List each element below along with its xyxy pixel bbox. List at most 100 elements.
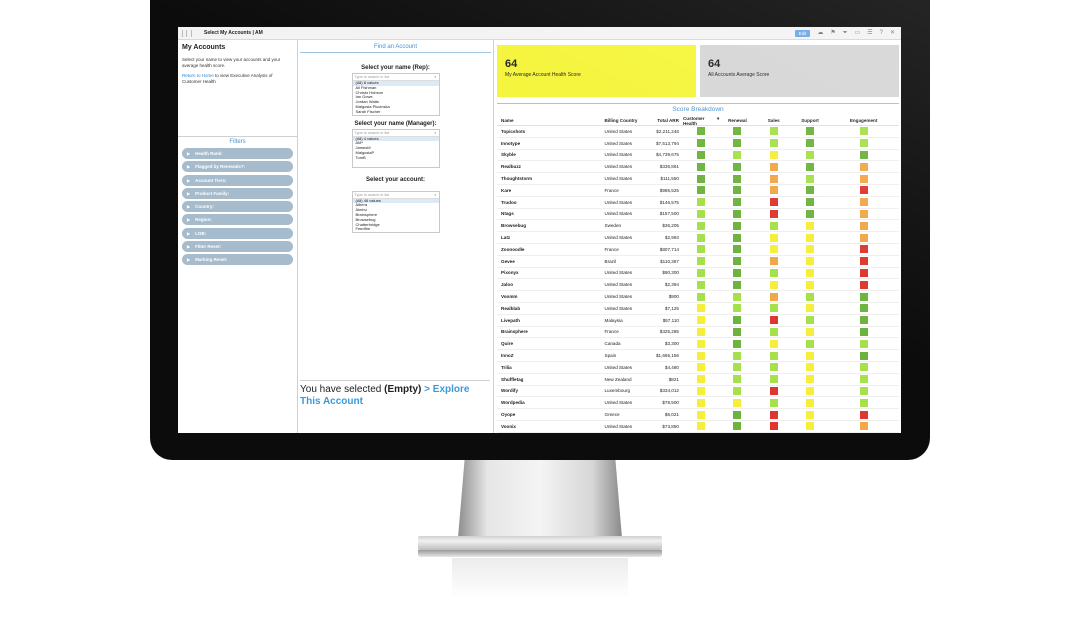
- renewal-score-square[interactable]: [733, 268, 742, 277]
- health-score-square[interactable]: [697, 268, 706, 277]
- engagement-score-square[interactable]: [859, 174, 868, 183]
- renewal-score-square[interactable]: [733, 304, 742, 313]
- table-row[interactable]: InnoZ Spain $1,665,156: [497, 350, 899, 362]
- support-score-square[interactable]: [806, 316, 815, 325]
- renewal-score-square[interactable]: [733, 209, 742, 218]
- renewal-score-square[interactable]: [733, 363, 742, 372]
- engagement-score-square[interactable]: [859, 351, 868, 360]
- table-row[interactable]: Zoonoodle France $807,714: [497, 244, 899, 256]
- sales-score-square[interactable]: [769, 351, 778, 360]
- account-name[interactable]: Jaloo: [497, 282, 605, 287]
- renewal-score-square[interactable]: [733, 410, 742, 419]
- sales-score-square[interactable]: [769, 150, 778, 159]
- col-engagement[interactable]: Engagement: [828, 118, 899, 123]
- account-name[interactable]: Ntags: [497, 211, 605, 216]
- help-icon[interactable]: ?: [880, 30, 883, 36]
- renewal-score-square[interactable]: [733, 150, 742, 159]
- table-row[interactable]: Thoughtstorm United States $111,550: [497, 173, 899, 185]
- filter-pill[interactable]: ▶ Filter Reset:: [182, 241, 293, 253]
- filter-pill[interactable]: ▶ Account Tiers:: [182, 174, 293, 186]
- health-score-square[interactable]: [697, 422, 706, 431]
- support-score-square[interactable]: [806, 280, 815, 289]
- renewal-score-square[interactable]: [733, 375, 742, 384]
- table-row[interactable]: Oyope Greece $6,021: [497, 409, 899, 421]
- engagement-score-square[interactable]: [859, 422, 868, 431]
- engagement-score-square[interactable]: [859, 127, 868, 136]
- engagement-score-square[interactable]: [859, 150, 868, 159]
- sales-score-square[interactable]: [769, 233, 778, 242]
- table-row[interactable]: Voomm United States $900: [497, 291, 899, 303]
- health-score-square[interactable]: [697, 410, 706, 419]
- share-icon[interactable]: ☁: [817, 30, 823, 36]
- support-score-square[interactable]: [806, 209, 815, 218]
- manager-listbox[interactable]: Type to search in list ⌕ (All) 4 values AM…: [351, 128, 440, 168]
- sales-score-square[interactable]: [769, 209, 778, 218]
- sales-score-square[interactable]: [769, 280, 778, 289]
- sales-score-square[interactable]: [769, 198, 778, 207]
- table-row[interactable]: Innotype United States $7,513,794: [497, 138, 899, 150]
- account-name[interactable]: Latz: [497, 235, 605, 240]
- renewal-score-square[interactable]: [733, 386, 742, 395]
- sales-score-square[interactable]: [769, 245, 778, 254]
- account-name[interactable]: Browsebug: [497, 223, 605, 228]
- edit-button[interactable]: Edit: [794, 29, 811, 37]
- health-score-square[interactable]: [697, 198, 706, 207]
- engagement-score-square[interactable]: [859, 198, 868, 207]
- engagement-score-square[interactable]: [859, 292, 868, 301]
- sales-score-square[interactable]: [769, 398, 778, 407]
- health-score-square[interactable]: [697, 257, 706, 266]
- account-name[interactable]: Pixonyx: [497, 270, 605, 275]
- health-score-square[interactable]: [697, 375, 706, 384]
- filter-pill[interactable]: ▶ Country:: [182, 201, 293, 213]
- account-name[interactable]: Brainsphere: [497, 329, 605, 334]
- engagement-score-square[interactable]: [859, 221, 868, 230]
- support-score-square[interactable]: [806, 375, 815, 384]
- table-row[interactable]: Realblab United States $7,125: [497, 303, 899, 315]
- table-row[interactable]: Kare France $985,525: [497, 185, 899, 197]
- account-search-input[interactable]: Type to search in list ⌕: [352, 192, 439, 199]
- table-row[interactable]: Wordify Luxembourg $334,012: [497, 386, 899, 398]
- health-score-square[interactable]: [697, 150, 706, 159]
- engagement-score-square[interactable]: [859, 339, 868, 348]
- filter-pill[interactable]: ▶ LOB:: [182, 227, 293, 239]
- health-score-square[interactable]: [697, 386, 706, 395]
- table-row[interactable]: Trudoo United States $146,575: [497, 197, 899, 209]
- engagement-score-square[interactable]: [859, 162, 868, 171]
- sales-score-square[interactable]: [769, 363, 778, 372]
- account-name[interactable]: Voonix: [497, 424, 605, 429]
- filter-icon[interactable]: ⏷: [843, 30, 848, 36]
- rep-search-input[interactable]: Type to search in list ⌕: [352, 74, 439, 81]
- support-score-square[interactable]: [806, 304, 815, 313]
- account-name[interactable]: Shuffletag: [497, 377, 605, 382]
- manager-search-input[interactable]: Type to search in list ⌕: [352, 130, 439, 137]
- table-row[interactable]: Skyble United States $4,739,675: [497, 150, 899, 162]
- health-score-square[interactable]: [697, 280, 706, 289]
- filter-pill[interactable]: ▶ Flagged by Renewals?:: [182, 161, 293, 173]
- renewal-score-square[interactable]: [733, 316, 742, 325]
- renewal-score-square[interactable]: [733, 233, 742, 242]
- health-score-square[interactable]: [697, 292, 706, 301]
- support-score-square[interactable]: [806, 386, 815, 395]
- health-score-square[interactable]: [697, 209, 706, 218]
- account-name[interactable]: Realbuzz: [497, 164, 605, 169]
- account-name[interactable]: Trudoo: [497, 200, 605, 205]
- support-score-square[interactable]: [806, 351, 815, 360]
- list-item[interactable]: TomB: [353, 155, 439, 161]
- sales-score-square[interactable]: [769, 422, 778, 431]
- engagement-score-square[interactable]: [859, 327, 868, 336]
- support-score-square[interactable]: [806, 162, 815, 171]
- col-name[interactable]: Name: [497, 118, 605, 123]
- renewal-score-square[interactable]: [733, 292, 742, 301]
- support-score-square[interactable]: [806, 327, 815, 336]
- col-arr[interactable]: Total ARR: [646, 118, 683, 123]
- support-score-square[interactable]: [806, 127, 815, 136]
- health-score-square[interactable]: [697, 339, 706, 348]
- col-renewal[interactable]: Renewal: [719, 118, 755, 123]
- table-row[interactable]: Voonix United States $73,850: [497, 421, 899, 433]
- engagement-score-square[interactable]: [859, 316, 868, 325]
- account-name[interactable]: InnoZ: [497, 353, 605, 358]
- table-row[interactable]: Wordpedia United States $78,500: [497, 397, 899, 410]
- account-name[interactable]: Thoughtstorm: [497, 176, 605, 181]
- sales-score-square[interactable]: [769, 174, 778, 183]
- support-score-square[interactable]: [806, 139, 815, 148]
